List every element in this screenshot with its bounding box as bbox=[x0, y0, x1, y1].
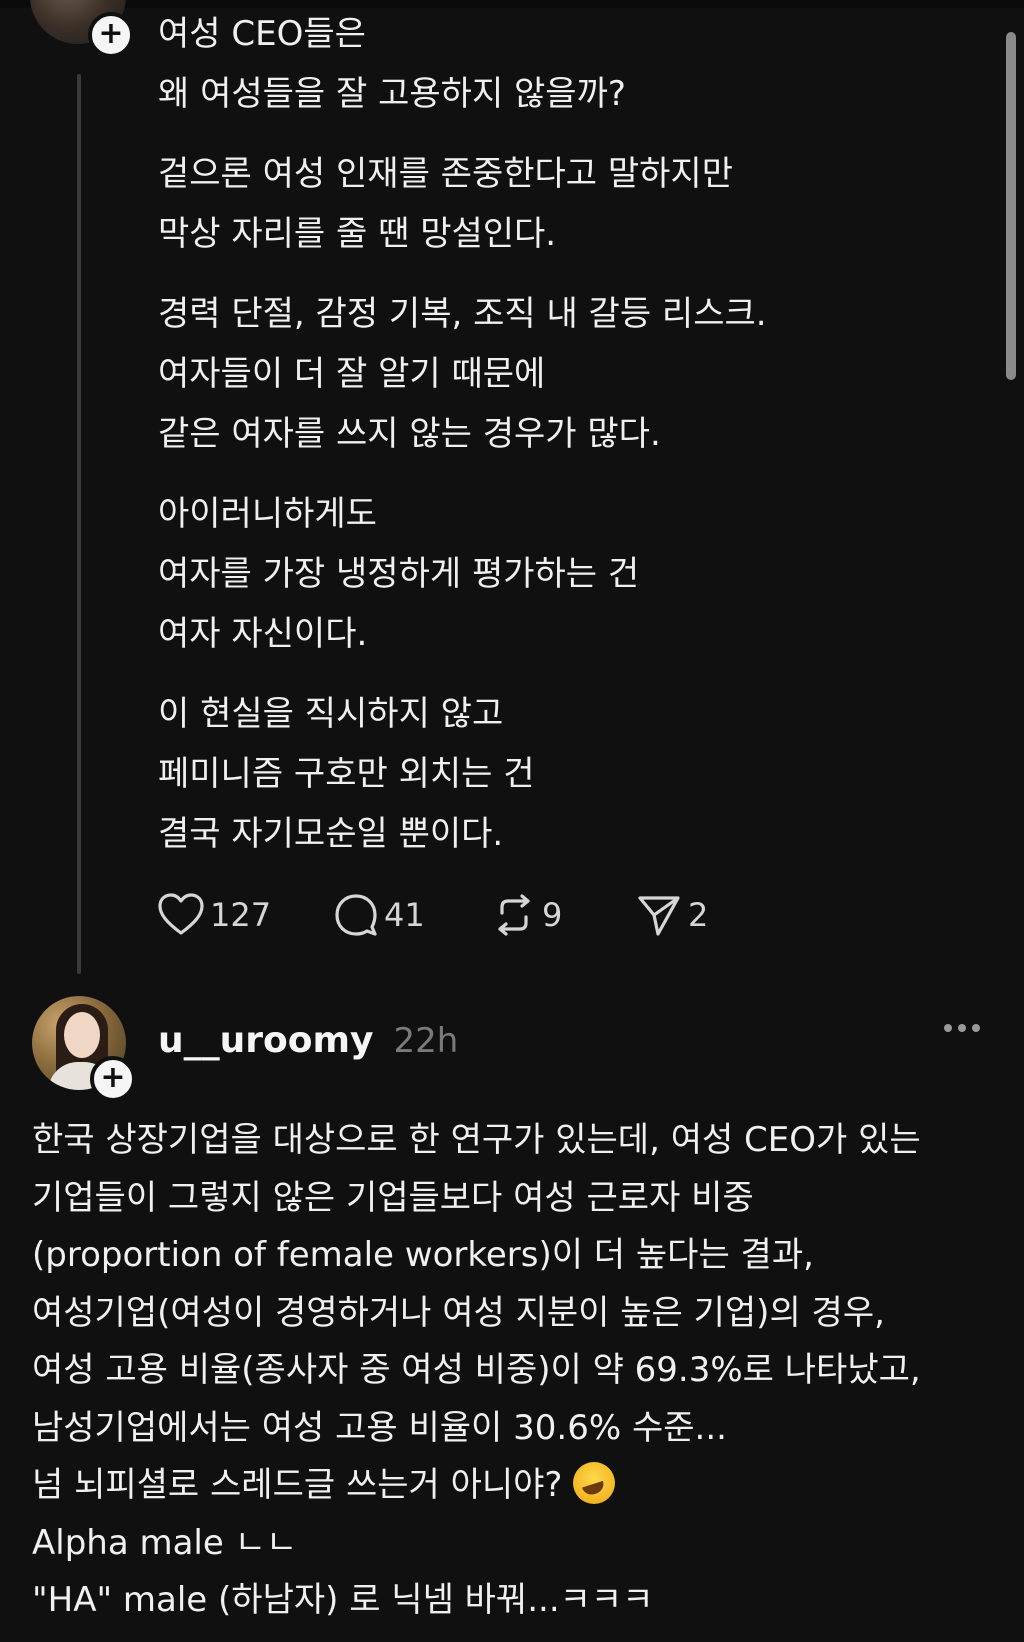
paragraph: 이 현실을 직시하지 않고 페미니즘 구호만 외치는 건 결국 자기모순일 뿐이… bbox=[158, 684, 958, 864]
post-line: 같은 여자를 쓰지 않는 경우가 많다. bbox=[158, 414, 661, 454]
laughing-emoji-icon bbox=[573, 1462, 616, 1504]
repost-count: 9 bbox=[542, 896, 563, 934]
reply-line: (proportion of female workers)이 더 높다는 결과… bbox=[32, 1235, 814, 1275]
reply-line: 남성기업에서는 여성 고용 비율이 30.6% 수준... bbox=[32, 1407, 727, 1448]
comment-count: 41 bbox=[384, 896, 425, 934]
post-line: 왜 여성들을 잘 고용하지 않을까? bbox=[158, 74, 626, 114]
post-line: 여자 자신이다. bbox=[158, 614, 368, 654]
post-line: 아이러니하게도 bbox=[158, 494, 377, 534]
reply-line: 여성기업(여성이 경영하거나 여성 지분이 높은 기업)의 경우, bbox=[32, 1292, 885, 1333]
post-header: u__uroomy 22h bbox=[158, 1020, 458, 1061]
post-body: 여성 CEO들은 왜 여성들을 잘 고용하지 않을까? 겉으론 여성 인재를 존… bbox=[158, 4, 958, 884]
timestamp: 22h bbox=[393, 1021, 459, 1061]
scrollbar[interactable] bbox=[1006, 32, 1016, 380]
paragraph: 여성 CEO들은 왜 여성들을 잘 고용하지 않을까? bbox=[158, 4, 958, 124]
repost-button[interactable]: 9 bbox=[492, 890, 562, 940]
send-icon bbox=[638, 896, 680, 936]
reply-line: Alpha male ㄴㄴ bbox=[32, 1522, 298, 1563]
share-count: 2 bbox=[688, 896, 709, 934]
username[interactable]: u__uroomy bbox=[158, 1020, 373, 1061]
like-button[interactable]: 127 bbox=[158, 890, 271, 940]
follow-plus-icon[interactable]: + bbox=[90, 1056, 136, 1102]
reply-line: 한국 상장기업을 대상으로 한 연구가 있는데, 여성 CEO가 있는 bbox=[32, 1120, 921, 1160]
reply-line-with-emoji: 넘 뇌피셜로 스레드글 쓰는거 아니야? bbox=[32, 1457, 1012, 1515]
reply-line: 기업들이 그렇지 않은 기업들보다 여성 근로자 비중 bbox=[32, 1177, 754, 1218]
reply-line: 여성 고용 비율(종사자 중 여성 비중)이 약 69.3%로 나타났고, bbox=[32, 1350, 921, 1390]
heart-icon bbox=[158, 893, 204, 935]
share-button[interactable]: 2 bbox=[636, 890, 708, 940]
paragraph: 아이러니하게도 여자를 가장 냉정하게 평가하는 건 여자 자신이다. bbox=[158, 484, 958, 664]
post-line: 겉으론 여성 인재를 존중한다고 말하지만 bbox=[158, 154, 733, 194]
repost-icon bbox=[498, 894, 530, 936]
reply-line: 넘 뇌피셜로 스레드글 쓰는거 아니야? bbox=[32, 1465, 563, 1505]
post-line: 페미니즘 구호만 외치는 건 bbox=[158, 754, 535, 794]
post-line: 막상 자리를 줄 땐 망설인다. bbox=[158, 214, 557, 254]
reply-line: "HA" male (하남자) 로 닉넴 바꿔...ㅋㅋㅋ bbox=[32, 1580, 654, 1620]
post-line: 결국 자기모순일 뿐이다. bbox=[158, 814, 504, 854]
follow-plus-icon[interactable]: + bbox=[88, 12, 134, 58]
more-icon[interactable] bbox=[944, 1024, 980, 1032]
post-line: 여자들이 더 잘 알기 때문에 bbox=[158, 354, 546, 394]
post-line: 여자를 가장 냉정하게 평가하는 건 bbox=[158, 554, 640, 594]
paragraph: 겉으론 여성 인재를 존중한다고 말하지만 막상 자리를 줄 땐 망설인다. bbox=[158, 144, 958, 264]
paragraph: 경력 단절, 감정 기복, 조직 내 갈등 리스크. 여자들이 더 잘 알기 때… bbox=[158, 284, 958, 464]
comment-button[interactable]: 41 bbox=[334, 890, 425, 940]
comment-bubble-icon bbox=[335, 894, 377, 936]
post-line: 경력 단절, 감정 기복, 조직 내 갈등 리스크. bbox=[158, 294, 767, 334]
thread-line bbox=[77, 74, 81, 974]
post-line: 여성 CEO들은 bbox=[158, 14, 366, 54]
like-count: 127 bbox=[210, 896, 272, 934]
post-line: 이 현실을 직시하지 않고 bbox=[158, 694, 504, 734]
reply-body: 한국 상장기업을 대상으로 한 연구가 있는데, 여성 CEO가 있는 기업들이… bbox=[32, 1112, 1012, 1630]
